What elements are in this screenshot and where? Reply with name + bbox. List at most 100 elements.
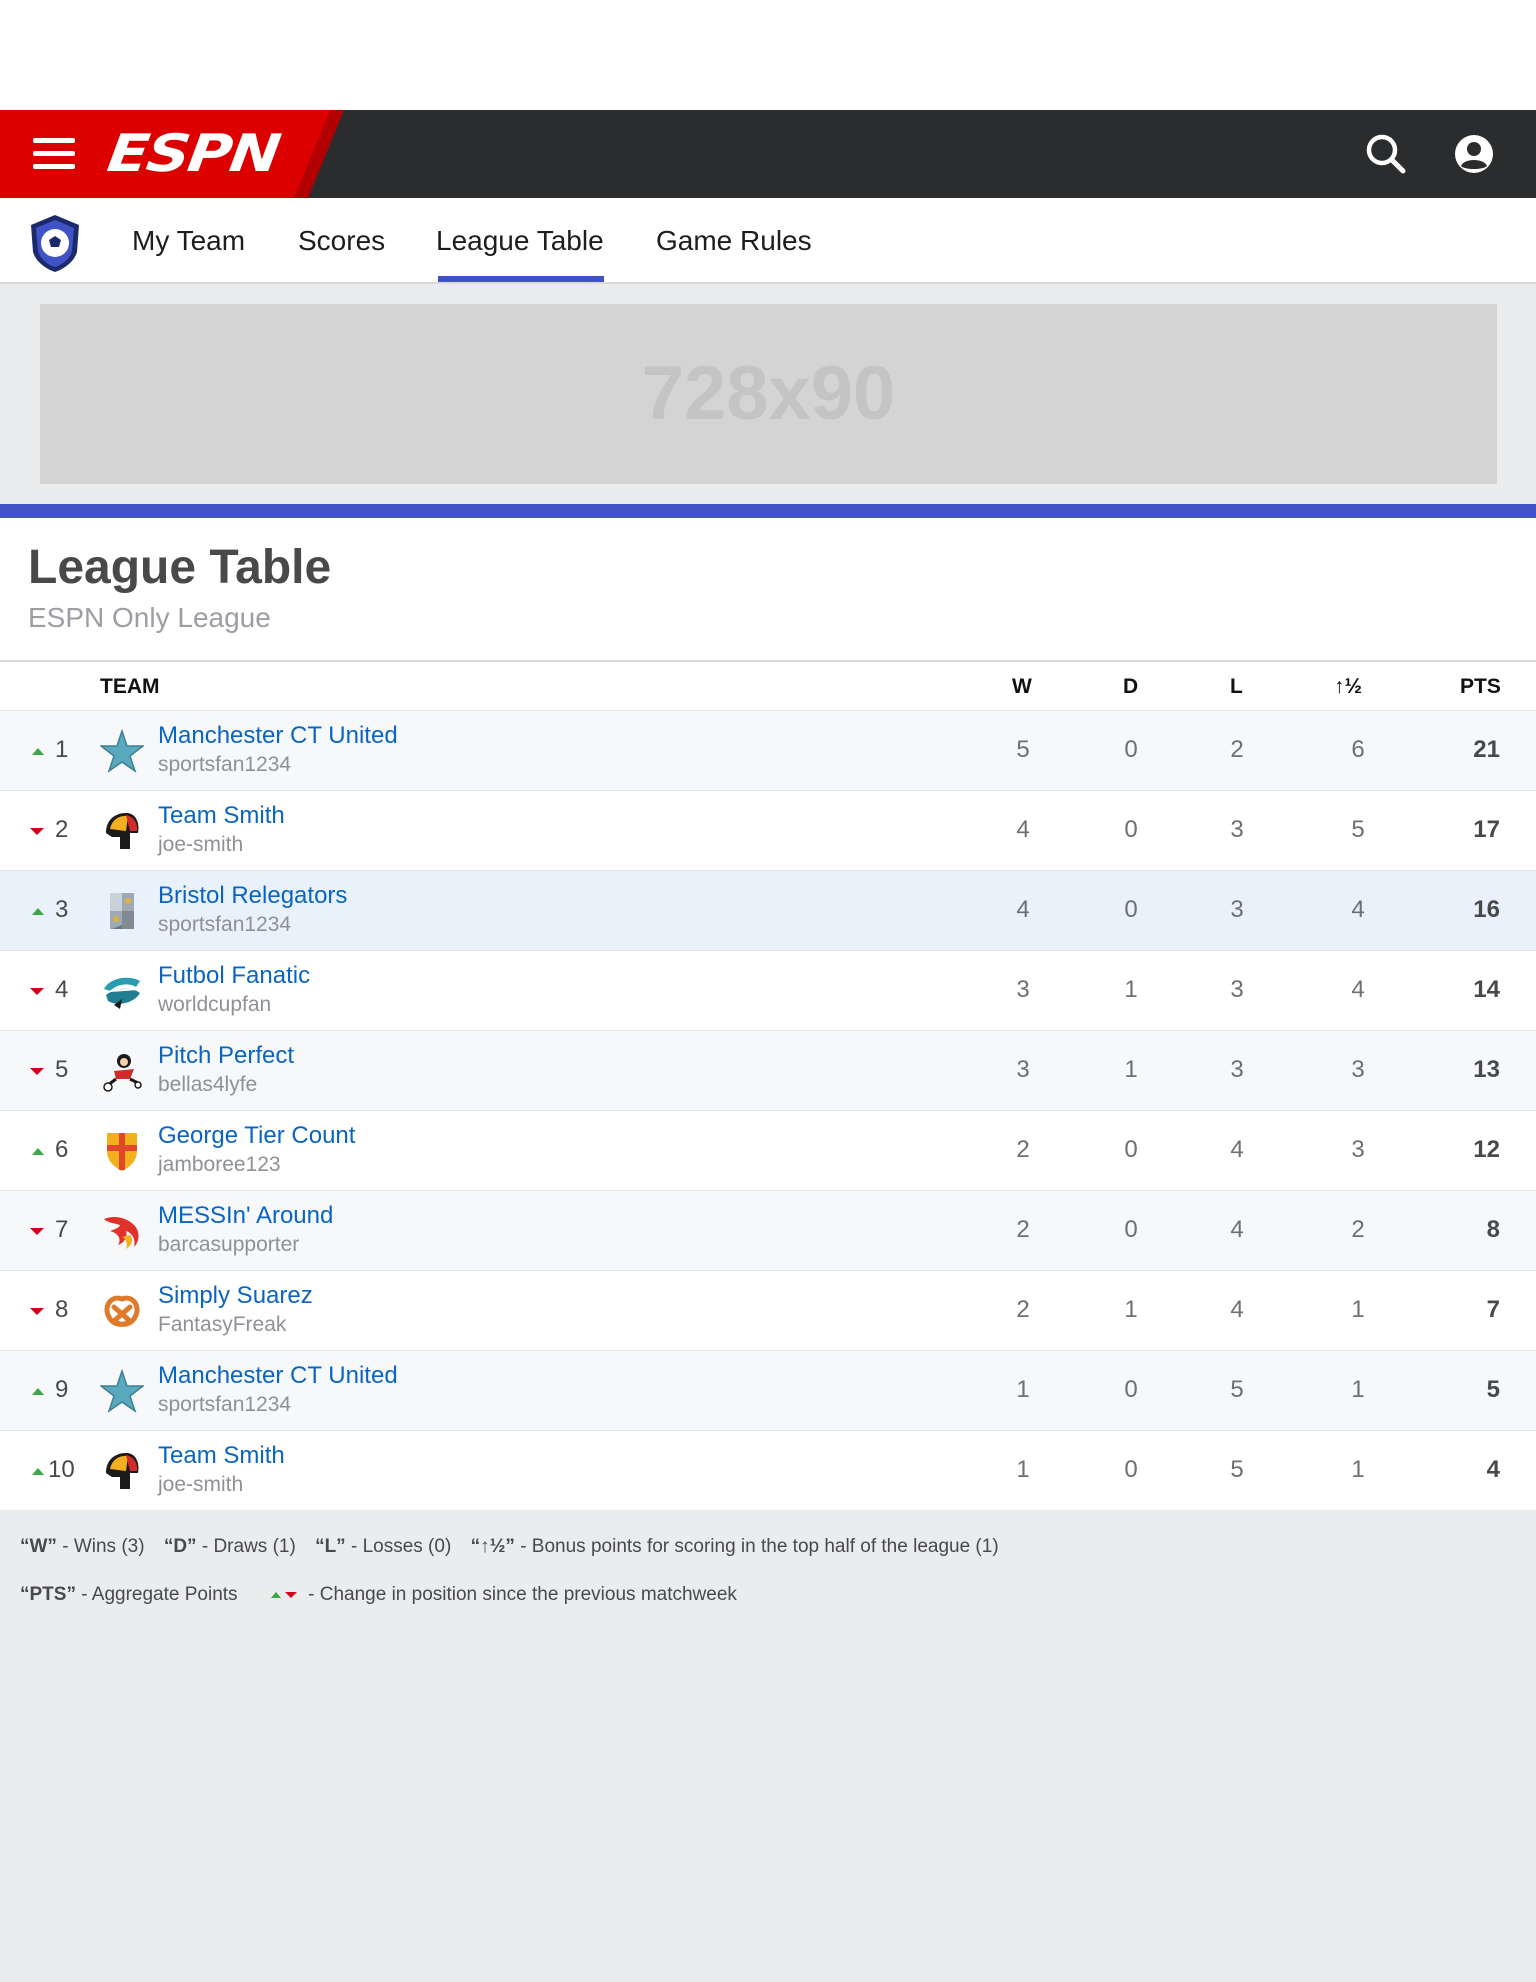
losses-value: 2 — [1230, 736, 1244, 763]
user-account-icon[interactable] — [1452, 132, 1496, 176]
team-owner: sportsfan1234 — [158, 913, 292, 936]
wins-value: 3 — [1016, 976, 1030, 1003]
soccer-ball-shield-icon[interactable] — [24, 212, 86, 274]
team-name-link[interactable]: Bristol Relegators — [158, 882, 347, 910]
rank: 3 — [55, 896, 69, 923]
team-name-link[interactable]: Manchester CT United — [158, 1362, 398, 1390]
points-value: 4 — [1486, 1456, 1500, 1483]
legend-text-l: - Losses (0) — [345, 1536, 452, 1557]
tab-my-team[interactable]: My Team — [132, 224, 245, 284]
wins-value: 5 — [1016, 736, 1030, 763]
table-row[interactable]: 4 Futbol Fanatic worldcupfan 3 1 3 4 14 — [0, 950, 1536, 1030]
bonus-value: 1 — [1351, 1456, 1365, 1483]
team-owner: sportsfan1234 — [158, 1393, 292, 1416]
team-name-link[interactable]: George Tier Count — [158, 1122, 355, 1150]
wins-value: 1 — [1016, 1376, 1030, 1403]
losses-value: 5 — [1230, 1376, 1244, 1403]
team-name-link[interactable]: Team Smith — [158, 802, 285, 830]
ad-placeholder[interactable]: 728x90 — [40, 304, 1497, 484]
draws-value: 0 — [1124, 1216, 1138, 1243]
table-row[interactable]: 6 George Tier Count jamboree123 2 0 4 3 … — [0, 1110, 1536, 1190]
team-name-link[interactable]: Futbol Fanatic — [158, 962, 310, 990]
table-row[interactable]: 2 Team Smith joe-smith 4 0 3 5 17 — [0, 790, 1536, 870]
points-value: 13 — [1473, 1056, 1500, 1083]
crest-logo-icon — [100, 889, 144, 933]
losses-value: 3 — [1230, 816, 1244, 843]
points-value: 21 — [1473, 736, 1500, 763]
rank: 7 — [55, 1216, 69, 1243]
legend-key-pts: “PTS” — [20, 1584, 76, 1605]
losses-value: 4 — [1230, 1216, 1244, 1243]
draws-value: 1 — [1124, 1056, 1138, 1083]
bonus-value: 1 — [1351, 1376, 1365, 1403]
table-row[interactable]: 10 Team Smith joe-smith 1 0 5 1 4 — [0, 1430, 1536, 1510]
position-up-icon — [32, 908, 44, 915]
top-blank-area — [0, 0, 1536, 110]
star-logo-icon — [98, 728, 146, 773]
legend-text-bonus: - Bonus points for scoring in the top ha… — [514, 1536, 999, 1557]
table-row[interactable]: 5 Pitch Perfect bellas4lyfe 3 1 3 3 13 — [0, 1030, 1536, 1110]
team-name-link[interactable]: Team Smith — [158, 1442, 285, 1470]
accent-rule — [0, 504, 1536, 518]
rank: 10 — [48, 1456, 75, 1483]
points-value: 16 — [1473, 896, 1500, 923]
hamburger-menu-icon[interactable] — [33, 138, 75, 170]
wins-value: 2 — [1016, 1296, 1030, 1323]
bonus-value: 4 — [1351, 896, 1365, 923]
team-owner: joe-smith — [158, 833, 244, 856]
losses-value: 4 — [1230, 1296, 1244, 1323]
table-row[interactable]: 1 Manchester CT United sportsfan1234 5 0… — [0, 710, 1536, 790]
column-header-l: L — [1230, 675, 1243, 698]
draws-value: 0 — [1124, 816, 1138, 843]
losses-value: 3 — [1230, 1056, 1244, 1083]
table-row[interactable]: 8 Simply Suarez FantasyFreak 2 1 4 1 7 — [0, 1270, 1536, 1350]
points-value: 14 — [1473, 976, 1500, 1003]
draws-value: 1 — [1124, 976, 1138, 1003]
team-name-link[interactable]: Manchester CT United — [158, 722, 398, 750]
espn-logo[interactable]: ESPN — [104, 124, 283, 184]
team-owner: sportsfan1234 — [158, 753, 292, 776]
ad-area: 728x90 — [0, 284, 1536, 504]
wins-value: 3 — [1016, 1056, 1030, 1083]
tab-game-rules[interactable]: Game Rules — [656, 224, 812, 284]
rank: 2 — [55, 816, 69, 843]
legend-up-arrow-icon — [270, 1591, 281, 1598]
bonus-value: 6 — [1351, 736, 1365, 763]
team-name-link[interactable]: Simply Suarez — [158, 1282, 313, 1310]
wins-value: 2 — [1016, 1136, 1030, 1163]
rank: 8 — [55, 1296, 69, 1323]
wins-value: 4 — [1016, 896, 1030, 923]
column-header-w: W — [1012, 675, 1032, 698]
header-divider — [0, 660, 1536, 662]
rank: 5 — [55, 1056, 69, 1083]
position-down-icon — [30, 1228, 44, 1235]
team-name-link[interactable]: MESSIn' Around — [158, 1202, 333, 1230]
team-name-link[interactable]: Pitch Perfect — [158, 1042, 294, 1070]
position-down-icon — [30, 1068, 44, 1075]
legend-text-pts: - Aggregate Points — [75, 1584, 238, 1605]
table-row[interactable]: 7 MESSIn' Around barcasupporter 2 0 4 2 … — [0, 1190, 1536, 1270]
points-value: 12 — [1473, 1136, 1500, 1163]
legend-key-bonus: “↑½” — [470, 1536, 515, 1557]
bonus-value: 1 — [1351, 1296, 1365, 1323]
draws-value: 0 — [1124, 1136, 1138, 1163]
draws-value: 0 — [1124, 736, 1138, 763]
page-subtitle: ESPN Only League — [28, 602, 271, 633]
espn-header-bar: ESPN — [0, 110, 1536, 198]
legend-key-l: “L” — [315, 1536, 346, 1557]
team-owner: bellas4lyfe — [158, 1073, 258, 1096]
bonus-value: 4 — [1351, 976, 1365, 1003]
tab-league-table[interactable]: League Table — [436, 224, 604, 284]
column-header-pts: PTS — [1460, 675, 1501, 698]
table-row[interactable]: 9 Manchester CT United sportsfan1234 1 0… — [0, 1350, 1536, 1430]
pretzel-logo-icon — [100, 1289, 144, 1333]
table-row[interactable]: 3 Bristol Relegators sportsfan1234 4 0 3… — [0, 870, 1536, 950]
wins-value: 4 — [1016, 816, 1030, 843]
search-icon[interactable] — [1364, 132, 1408, 176]
tab-scores[interactable]: Scores — [298, 224, 385, 284]
team-owner: jamboree123 — [158, 1153, 281, 1176]
rank: 1 — [55, 736, 69, 763]
draws-value: 1 — [1124, 1296, 1138, 1323]
draws-value: 0 — [1124, 1376, 1138, 1403]
legend-line-1: “W” - Wins (3) “D” - Draws (1) “L” - Los… — [20, 1536, 999, 1558]
